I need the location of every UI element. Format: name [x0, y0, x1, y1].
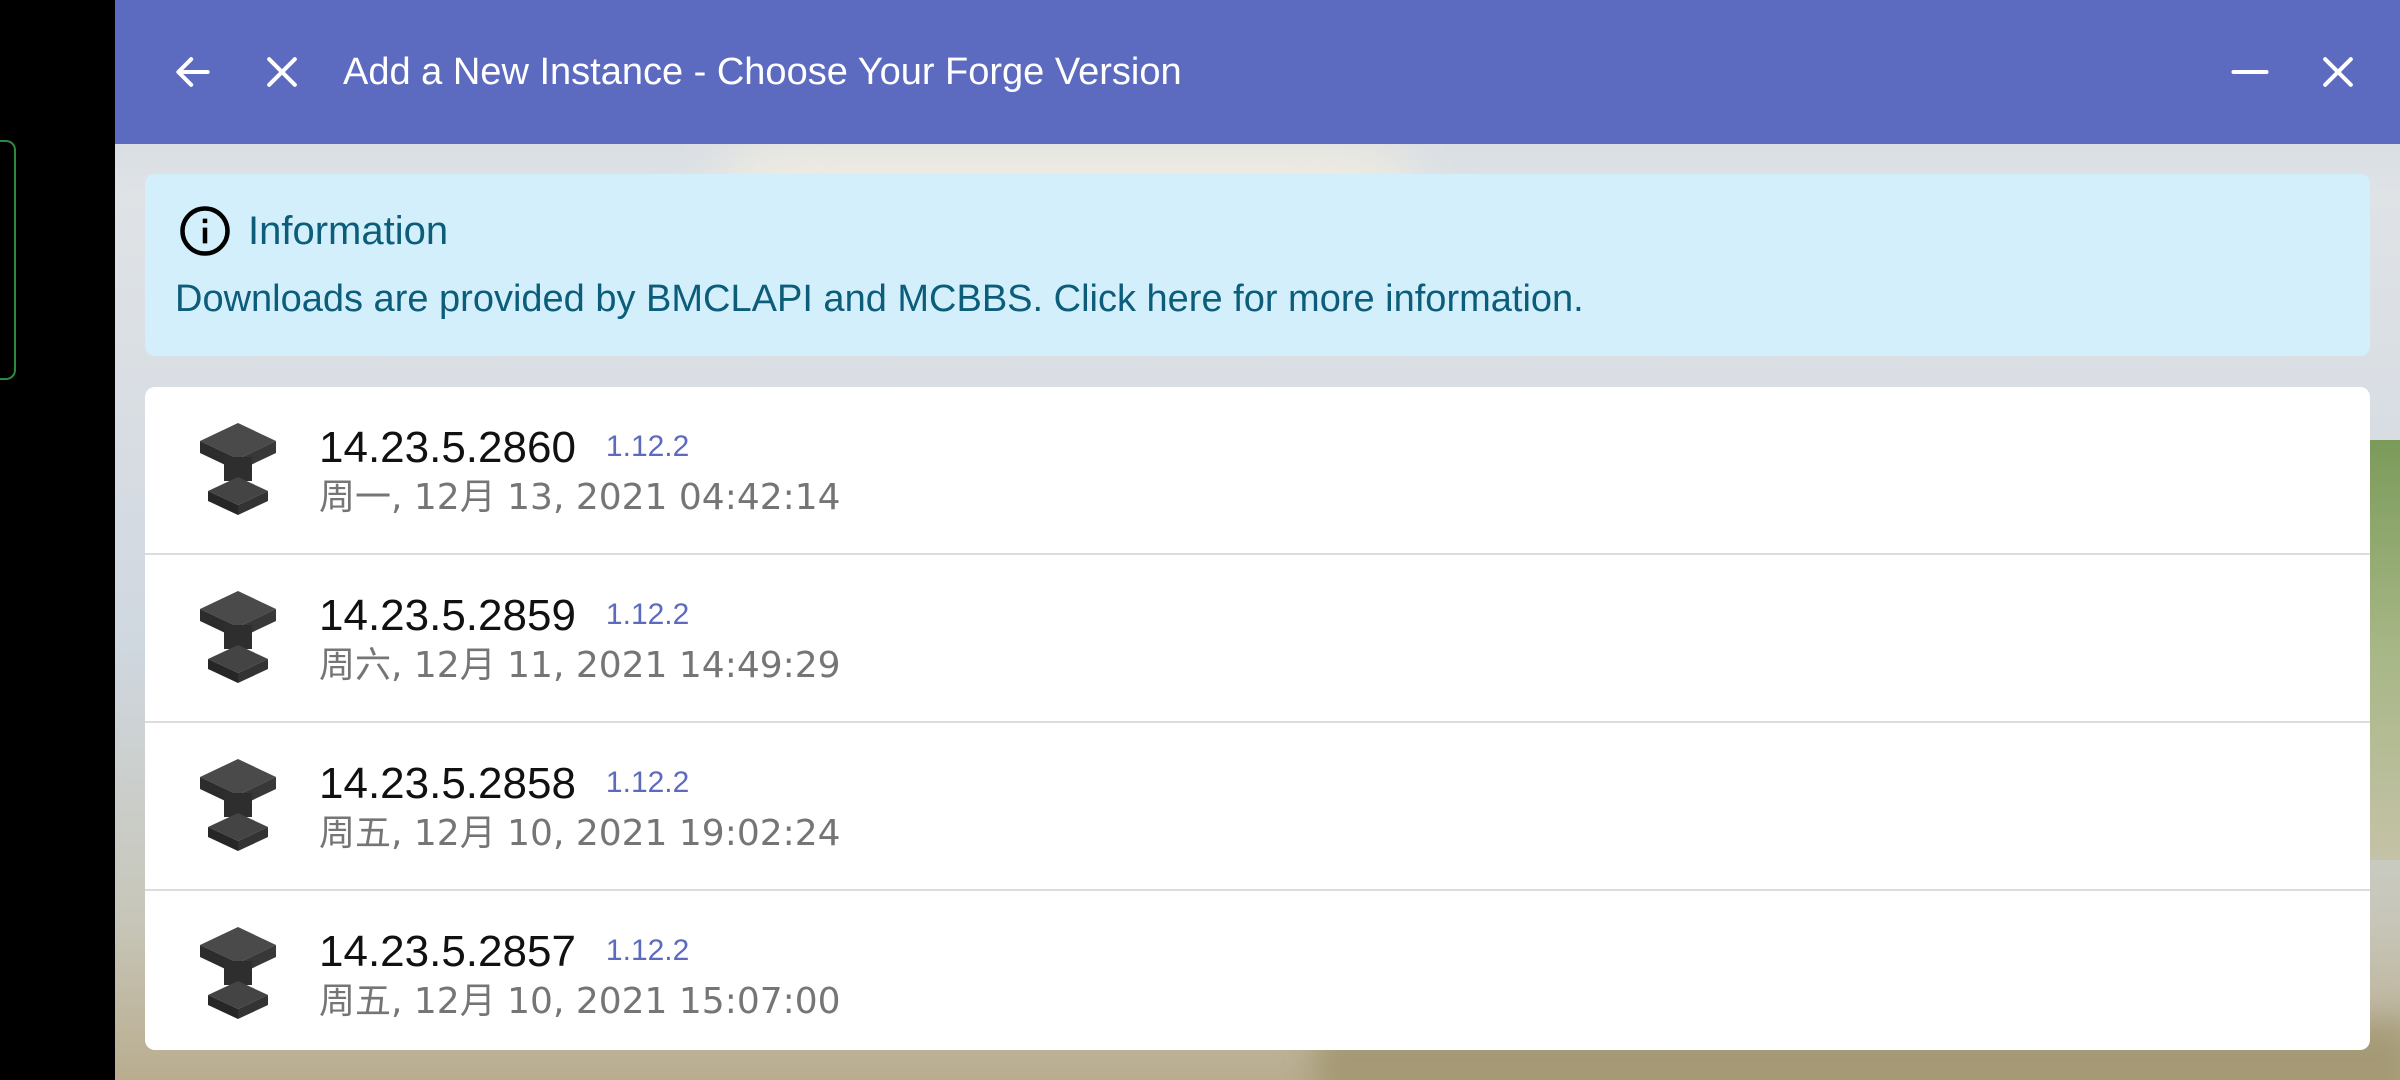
info-icon [180, 206, 230, 256]
forge-anvil-icon [200, 591, 276, 683]
back-button[interactable] [163, 42, 223, 102]
forge-anvil-icon [200, 759, 276, 851]
release-date: 周六, 12月 11, 2021 14:49:29 [319, 645, 841, 686]
list-item[interactable]: 14.23.5.2857 1.12.2 周五, 12月 10, 2021 15:0… [145, 891, 2370, 1050]
side-handle[interactable] [0, 140, 16, 380]
list-item[interactable]: 14.23.5.2858 1.12.2 周五, 12月 10, 2021 19:0… [145, 723, 2370, 891]
mc-version-label: 1.12.2 [605, 598, 690, 631]
close-button[interactable] [252, 42, 312, 102]
release-date: 周五, 12月 10, 2021 15:07:00 [319, 981, 841, 1022]
info-link[interactable]: Downloads are provided by BMCLAPI and MC… [175, 274, 1584, 324]
mc-version-label: 1.12.2 [605, 766, 690, 799]
info-banner[interactable]: Information Downloads are provided by BM… [145, 174, 2370, 356]
title-bar: Add a New Instance - Choose Your Forge V… [115, 0, 2400, 144]
info-title: Information [248, 209, 449, 253]
minimize-icon [2231, 69, 2269, 75]
version-number: 14.23.5.2857 1.12.2 [319, 923, 689, 980]
dialog-window: Add a New Instance - Choose Your Forge V… [115, 0, 2400, 1080]
version-label: 14.23.5.2857 [319, 927, 576, 976]
forge-anvil-icon [200, 423, 276, 515]
forge-anvil-icon [200, 927, 276, 1019]
version-label: 14.23.5.2860 [319, 423, 576, 472]
arrow-left-icon [176, 57, 210, 87]
version-number: 14.23.5.2860 1.12.2 [319, 419, 689, 476]
version-list: 14.23.5.2860 1.12.2 周一, 12月 13, 2021 04:4… [145, 387, 2370, 1050]
release-date: 周五, 12月 10, 2021 19:02:24 [319, 813, 841, 854]
close-icon [267, 57, 297, 87]
version-number: 14.23.5.2858 1.12.2 [319, 755, 689, 812]
page-title: Add a New Instance - Choose Your Forge V… [343, 51, 1182, 93]
list-item[interactable]: 14.23.5.2859 1.12.2 周六, 12月 11, 2021 14:4… [145, 555, 2370, 723]
version-label: 14.23.5.2858 [319, 759, 576, 808]
minimize-button[interactable] [2220, 42, 2280, 102]
close-icon [2323, 57, 2353, 87]
mc-version-label: 1.12.2 [605, 934, 690, 967]
info-header: Information [178, 204, 448, 258]
mc-version-label: 1.12.2 [605, 430, 690, 463]
version-number: 14.23.5.2859 1.12.2 [319, 587, 689, 644]
release-date: 周一, 12月 13, 2021 04:42:14 [319, 477, 841, 518]
window-close-button[interactable] [2308, 42, 2368, 102]
list-item[interactable]: 14.23.5.2860 1.12.2 周一, 12月 13, 2021 04:4… [145, 387, 2370, 555]
version-label: 14.23.5.2859 [319, 591, 576, 640]
